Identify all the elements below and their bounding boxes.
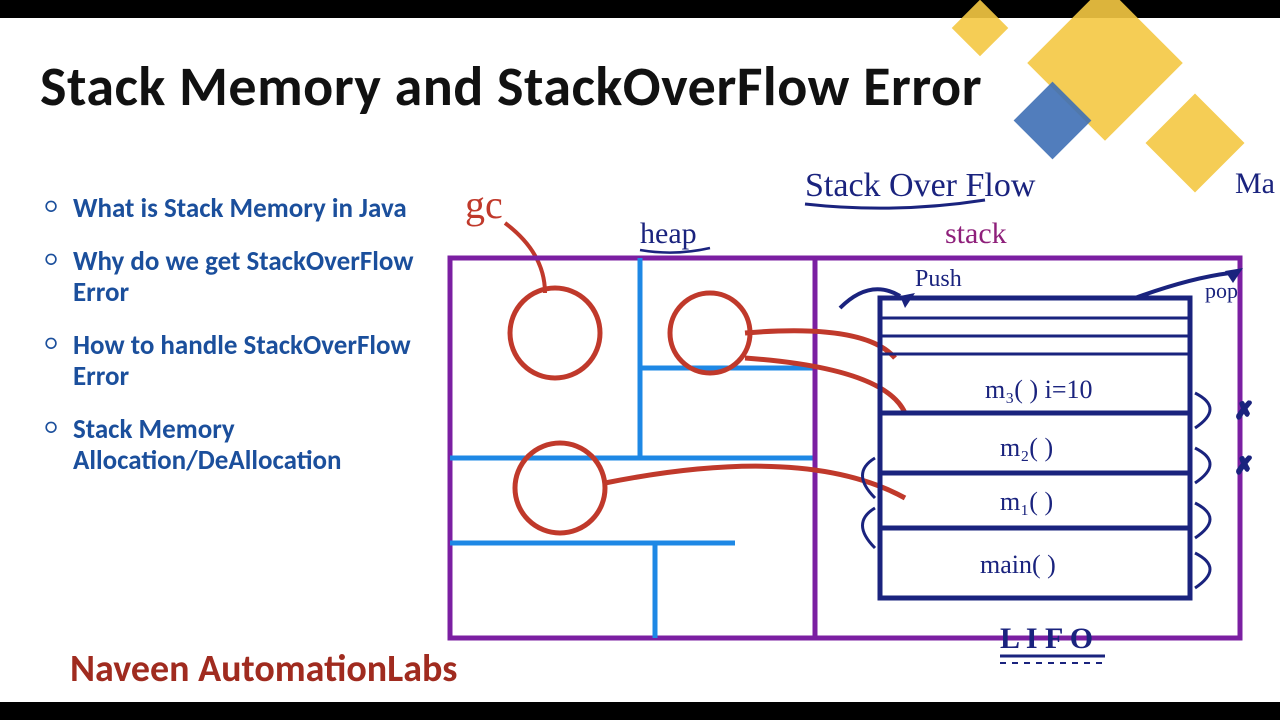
bullet-item: What is Stack Memory in Java <box>45 193 425 224</box>
sketch-title: Stack Over Flow <box>805 167 1036 204</box>
lifo-label: L I F O <box>1000 622 1093 655</box>
author-credit: Naveen AutomationLabs <box>70 646 457 692</box>
stack-frame-label: main( ) <box>980 550 1056 579</box>
svg-text:✗: ✗ <box>1235 453 1253 478</box>
heap-label: heap <box>640 217 697 250</box>
bullet-item: Why do we get StackOverFlow Error <box>45 246 425 308</box>
gc-label: gc <box>465 182 503 227</box>
bullet-item: Stack Memory Allocation/DeAllocation <box>45 414 425 476</box>
stack-frame-label: m₁( ) <box>1000 487 1053 516</box>
stack-structure: m₃( ) i=10 m₂( ) m₁( ) main( ) Push pop <box>840 266 1253 598</box>
whiteboard-sketch: Stack Over Flow gc heap stack Ma <box>445 158 1275 678</box>
decor-diamond <box>952 0 1009 56</box>
stack-return-curls: ✗ ✗ <box>1195 393 1253 588</box>
stack-frame-label: m₃( ) i=10 <box>985 375 1093 404</box>
heap-objects <box>510 288 905 533</box>
edge-label: Ma <box>1235 167 1275 200</box>
bullet-list: What is Stack Memory in Java Why do we g… <box>45 193 425 498</box>
stack-frame-label: m₂( ) <box>1000 433 1053 462</box>
push-label: Push <box>915 266 962 292</box>
page-title: Stack Memory and StackOverFlow Error <box>40 53 1260 121</box>
stack-left-curls <box>863 458 876 548</box>
stack-label: stack <box>945 217 1007 250</box>
bullet-item: How to handle StackOverFlow Error <box>45 330 425 392</box>
pop-label: pop <box>1205 278 1238 303</box>
svg-text:✗: ✗ <box>1235 398 1253 423</box>
heap-partitions <box>450 258 815 638</box>
slide: Stack Memory and StackOverFlow Error Wha… <box>0 18 1280 702</box>
memory-box <box>450 258 1240 638</box>
